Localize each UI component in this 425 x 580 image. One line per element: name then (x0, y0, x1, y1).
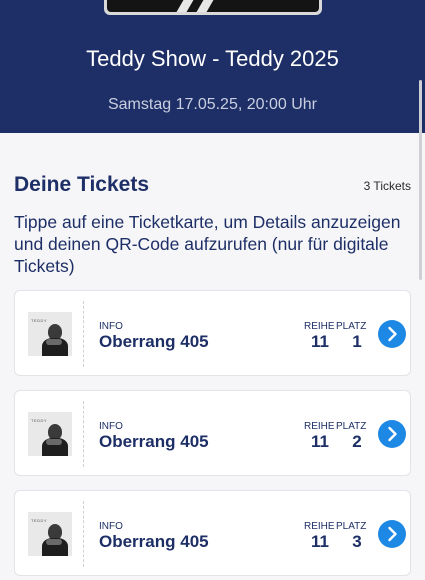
card-divider (83, 501, 84, 567)
ticket-thumbnail: TEDDY (28, 312, 72, 356)
seat-value: 3 (352, 532, 362, 551)
section-title: Deine Tickets (14, 173, 150, 196)
tickets-content: Deine Tickets 3 Tickets Tippe auf eine T… (0, 133, 425, 580)
event-date: Samstag 17.05.25, 20:00 Uhr (107, 96, 318, 113)
ticket-thumbnail: TEDDY (28, 412, 72, 456)
chevron-right-icon[interactable] (378, 420, 406, 448)
seat-value: 1 (352, 332, 362, 351)
info-value: Oberrang 405 (99, 432, 209, 451)
card-divider (83, 301, 84, 367)
scrollbar[interactable] (419, 80, 422, 280)
seat-label: PLATZ (336, 421, 367, 432)
event-header: Teddy Show - Teddy 2025 Samstag 17.05.25… (0, 0, 425, 133)
ticket-count: 3 Tickets (363, 179, 411, 193)
info-value: Oberrang 405 (99, 532, 209, 551)
chevron-right-icon[interactable] (378, 520, 406, 548)
row-label: REIHE (304, 321, 335, 332)
ticket-card[interactable]: TEDDY INFO Oberrang 405 REIHE PLATZ 11 3 (14, 490, 411, 576)
info-label: INFO (99, 421, 123, 432)
info-value: Oberrang 405 (99, 332, 209, 351)
seat-label: PLATZ (336, 521, 367, 532)
row-value: 11 (311, 332, 329, 351)
info-label: INFO (99, 521, 123, 532)
row-label: REIHE (304, 421, 335, 432)
instructions-text: Tippe auf eine Ticketkarte, um Details a… (14, 212, 401, 276)
seat-value: 2 (352, 432, 362, 451)
chevron-right-icon[interactable] (378, 320, 406, 348)
info-label: INFO (99, 321, 123, 332)
ticket-thumbnail: TEDDY (28, 512, 72, 556)
card-divider (83, 401, 84, 467)
ticket-card[interactable]: TEDDY INFO Oberrang 405 REIHE PLATZ 11 2 (14, 390, 411, 476)
event-title: Teddy Show - Teddy 2025 (86, 46, 339, 71)
row-value: 11 (311, 532, 329, 551)
row-value: 11 (311, 432, 329, 451)
event-hero-image (104, 0, 322, 15)
ticket-card[interactable]: TEDDY INFO Oberrang 405 REIHE PLATZ 11 1 (14, 290, 411, 376)
row-label: REIHE (304, 521, 335, 532)
seat-label: PLATZ (336, 321, 367, 332)
